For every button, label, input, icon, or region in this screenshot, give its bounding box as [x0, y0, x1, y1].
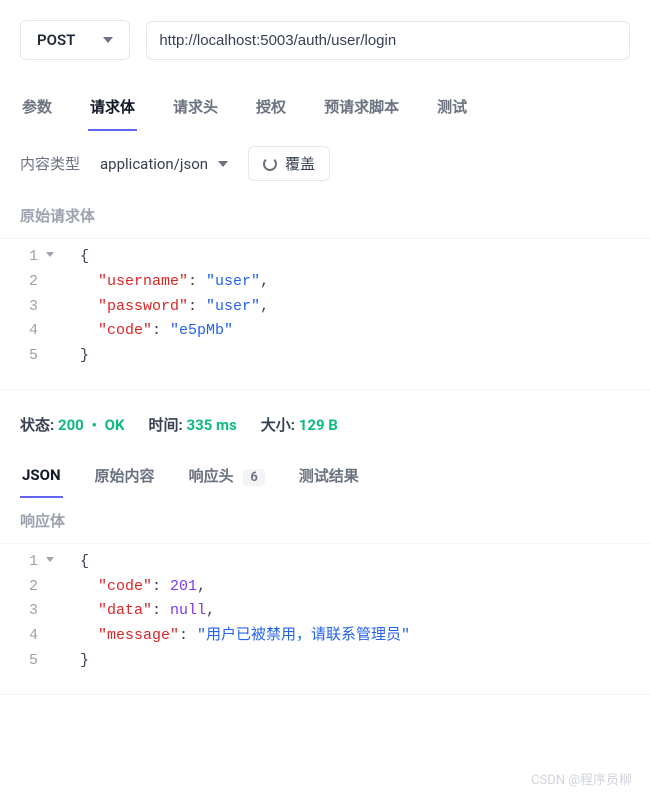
resp-tab-headers[interactable]: 响应头 6 — [187, 459, 267, 500]
tab-auth[interactable]: 授权 — [254, 90, 288, 131]
url-input[interactable] — [146, 21, 630, 60]
content-type-value: application/json — [100, 155, 208, 173]
raw-body-label: 原始请求体 — [0, 195, 650, 238]
resp-tab-raw[interactable]: 原始内容 — [93, 459, 157, 500]
status-label: 状态: — [20, 416, 54, 434]
status-code: 200 — [58, 416, 84, 434]
time-label: 时间: — [149, 416, 183, 434]
request-tabs: 参数 请求体 请求头 授权 预请求脚本 测试 — [0, 72, 650, 132]
response-tabs: JSON 原始内容 响应头 6 测试结果 — [0, 453, 650, 500]
status-dot: • — [92, 416, 101, 434]
headers-count-badge: 6 — [243, 469, 264, 486]
content-type-select[interactable]: application/json — [100, 155, 228, 173]
chevron-down-icon — [218, 161, 228, 167]
content-type-row: 内容类型 application/json 覆盖 — [0, 132, 650, 195]
size-value: 129 B — [299, 416, 338, 434]
size-label: 大小: — [261, 416, 295, 434]
content-type-label: 内容类型 — [20, 153, 80, 174]
time-value: 335 ms — [187, 416, 237, 434]
status-text: OK — [105, 416, 125, 434]
http-method-value: POST — [37, 31, 75, 49]
resp-tab-json[interactable]: JSON — [20, 460, 63, 498]
tab-body[interactable]: 请求体 — [88, 90, 137, 131]
override-button[interactable]: 覆盖 — [248, 146, 330, 181]
tab-tests[interactable]: 测试 — [435, 90, 469, 131]
tab-prerequest[interactable]: 预请求脚本 — [322, 90, 401, 131]
request-body-editor[interactable]: 1 { 2 "username": "user", 3 "password": … — [0, 238, 650, 390]
response-body-editor[interactable]: 1 { 2 "code": 201, 3 "data": null, 4 "me… — [0, 543, 650, 695]
watermark: CSDN @程序员柳 — [531, 769, 632, 788]
response-body-label: 响应体 — [0, 500, 650, 543]
http-method-select[interactable]: POST — [20, 20, 130, 60]
request-bar: POST — [0, 0, 650, 72]
resp-tab-tests[interactable]: 测试结果 — [297, 459, 361, 500]
fold-icon[interactable] — [46, 557, 54, 562]
tab-headers[interactable]: 请求头 — [171, 90, 220, 131]
override-label: 覆盖 — [285, 153, 315, 174]
refresh-icon — [263, 157, 277, 171]
tab-params[interactable]: 参数 — [20, 90, 54, 131]
chevron-down-icon — [103, 37, 113, 43]
fold-icon[interactable] — [46, 252, 54, 257]
response-status-row: 状态: 200 • OK 时间: 335 ms 大小: 129 B — [0, 390, 650, 453]
